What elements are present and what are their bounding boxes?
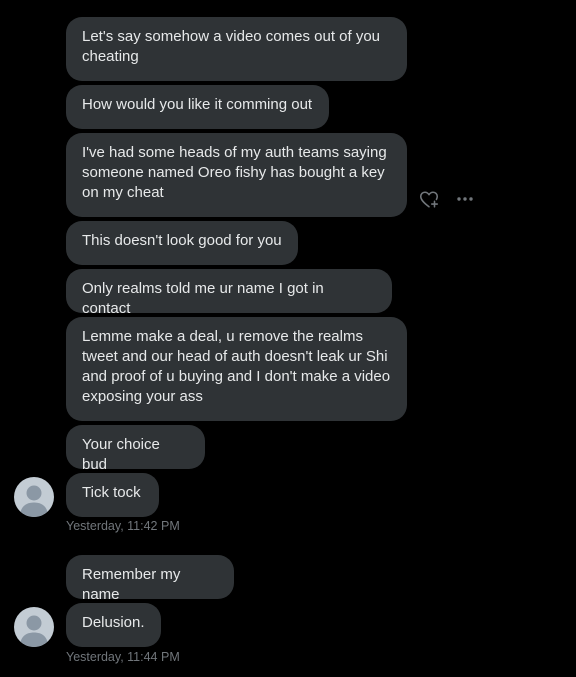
- message-bubble[interactable]: I've had some heads of my auth teams say…: [66, 133, 407, 217]
- message-timestamp: Yesterday, 11:42 PM: [66, 519, 180, 533]
- message-text: Lemme make a deal, u remove the realms t…: [82, 328, 391, 405]
- message-text: Let's say somehow a video comes out of y…: [82, 28, 381, 65]
- message-text: Your choice bud: [82, 436, 160, 473]
- message-bubble[interactable]: How would you like it comming out: [66, 85, 329, 129]
- message-text: Tick tock: [82, 484, 141, 501]
- message-bubble[interactable]: Only realms told me ur name I got in con…: [66, 269, 392, 317]
- message-bubble[interactable]: Delusion.: [66, 603, 161, 647]
- default-avatar-icon[interactable]: [14, 477, 54, 517]
- message-bubble[interactable]: Tick tock: [66, 473, 159, 517]
- dm-thread: Let's say somehow a video comes out of y…: [0, 0, 576, 677]
- message-bubble[interactable]: Your choice bud: [66, 425, 205, 473]
- message-bubble[interactable]: Remember my name: [66, 555, 234, 603]
- message-text: Remember my name: [82, 566, 181, 603]
- message-text: How would you like it comming out: [82, 96, 313, 113]
- default-avatar-icon[interactable]: [14, 607, 54, 647]
- message-timestamp: Yesterday, 11:44 PM: [66, 650, 180, 664]
- message-text: I've had some heads of my auth teams say…: [82, 144, 387, 201]
- message-bubble[interactable]: Let's say somehow a video comes out of y…: [66, 17, 407, 81]
- message-actions: [418, 188, 476, 210]
- message-bubble[interactable]: This doesn't look good for you: [66, 221, 298, 265]
- message-text: Only realms told me ur name I got in con…: [82, 280, 324, 317]
- message-bubble[interactable]: Lemme make a deal, u remove the realms t…: [66, 317, 407, 421]
- message-text: Delusion.: [82, 614, 145, 631]
- more-options-icon[interactable]: [454, 188, 476, 210]
- heart-plus-icon[interactable]: [418, 188, 440, 210]
- message-text: This doesn't look good for you: [82, 232, 282, 249]
